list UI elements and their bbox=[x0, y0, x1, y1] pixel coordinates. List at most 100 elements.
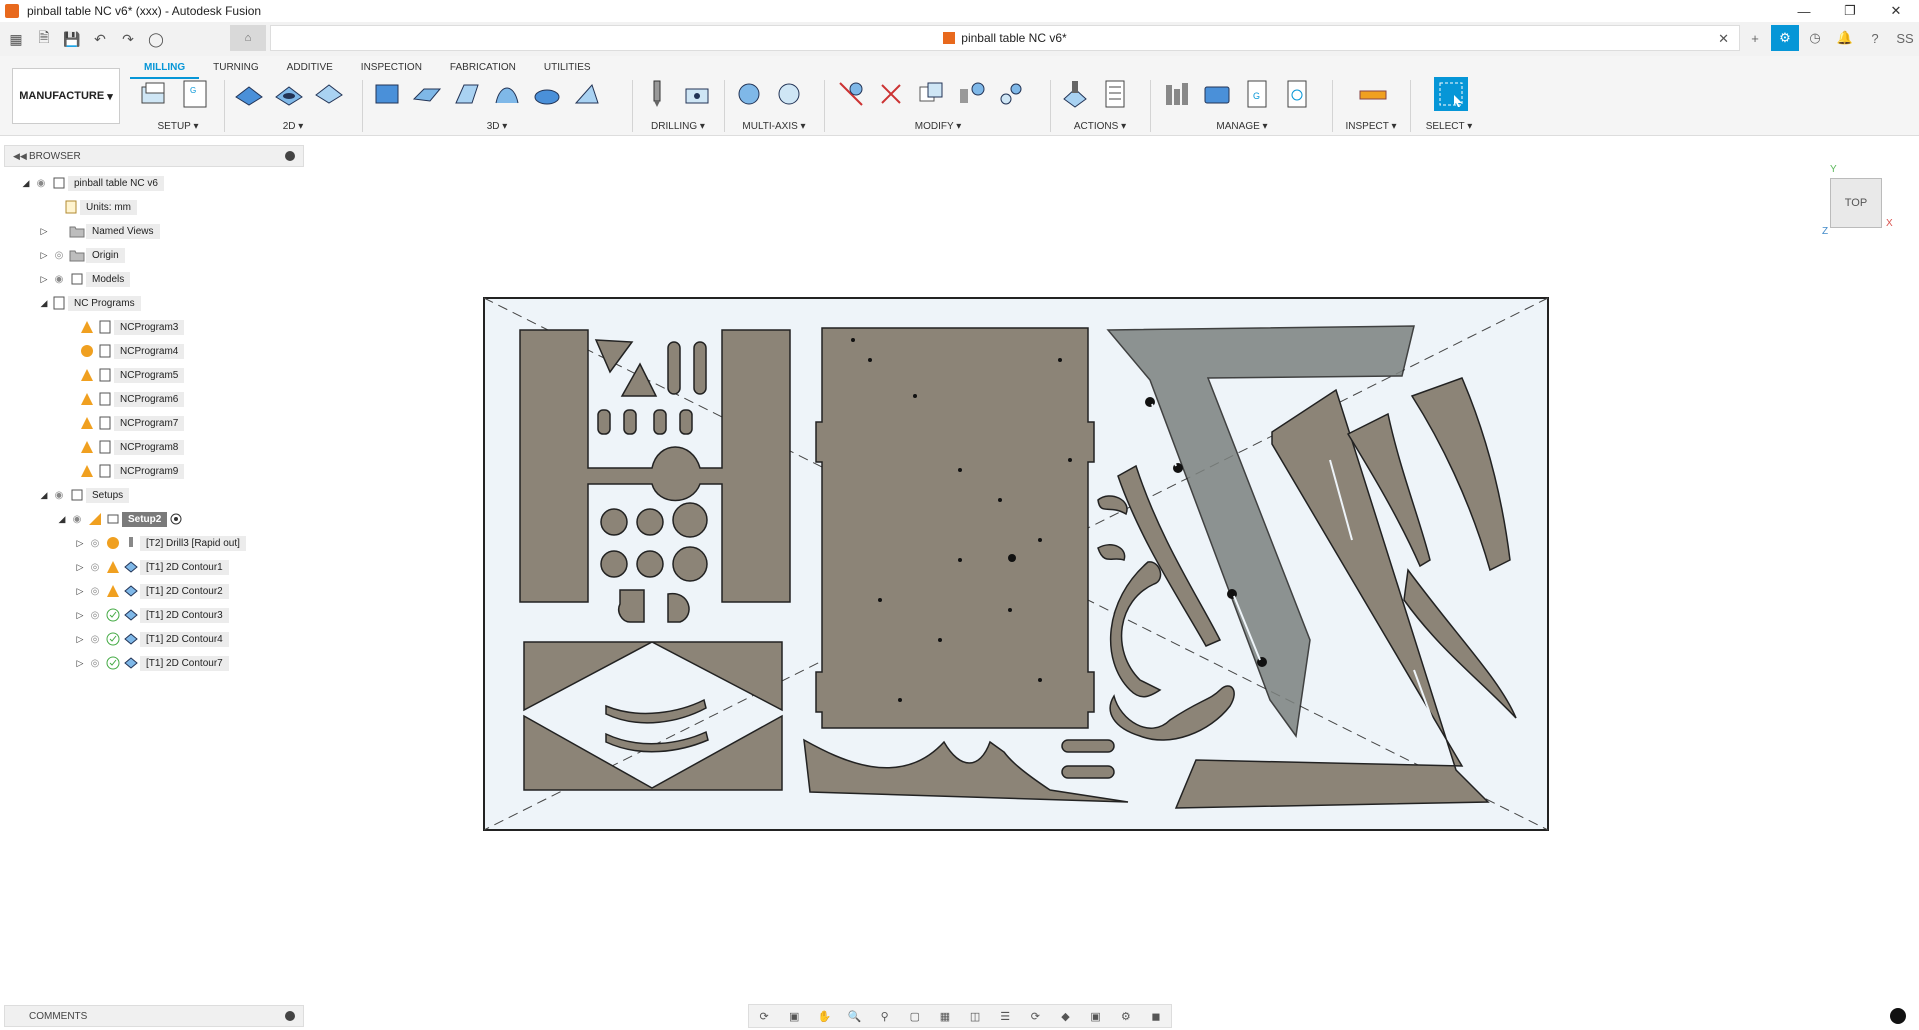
3d-group-label[interactable]: 3D ▾ bbox=[366, 121, 628, 132]
collapse-panel-icon[interactable]: ◀◀ bbox=[13, 151, 27, 162]
steep-shallow-icon[interactable] bbox=[450, 77, 484, 111]
part-disc[interactable] bbox=[636, 550, 664, 578]
parallel-icon[interactable] bbox=[570, 77, 604, 111]
expand-triangle-icon[interactable]: ▷ bbox=[74, 657, 86, 669]
measure-icon[interactable] bbox=[1356, 77, 1390, 111]
visibility-hidden-icon[interactable]: ◎ bbox=[86, 609, 104, 621]
close-icon[interactable]: ✕ bbox=[1873, 0, 1919, 22]
template-library-icon[interactable] bbox=[1280, 77, 1314, 111]
part-peg[interactable] bbox=[597, 409, 611, 435]
expand-triangle-icon[interactable]: ▷ bbox=[38, 249, 50, 261]
tree-item-operation[interactable]: ▷ ◎ [T1] 2D Contour1 bbox=[74, 556, 229, 578]
comments-panel[interactable]: COMMENTS bbox=[4, 1005, 304, 1027]
tree-item-setup2[interactable]: ◢ ◉ Setup2 bbox=[56, 508, 185, 530]
tree-item-operation[interactable]: ▷ ◎ [T1] 2D Contour2 bbox=[74, 580, 229, 602]
flow-icon[interactable] bbox=[490, 77, 524, 111]
modify-group-label[interactable]: MODIFY ▾ bbox=[830, 121, 1046, 132]
add-comment-icon[interactable] bbox=[285, 1011, 295, 1021]
visibility-hidden-icon[interactable]: ◎ bbox=[86, 657, 104, 669]
app-grid-icon[interactable]: ▦ bbox=[4, 28, 28, 50]
2d-pocket-icon[interactable] bbox=[272, 77, 306, 111]
tree-root[interactable]: ◢ ◉ pinball table NC v6 bbox=[20, 172, 164, 194]
toolpath-display-icon[interactable]: ◆ bbox=[1056, 1008, 1074, 1024]
help-icon[interactable]: ? bbox=[1861, 25, 1889, 51]
face-icon[interactable] bbox=[312, 77, 346, 111]
visibility-eye-icon[interactable]: ◉ bbox=[50, 273, 68, 285]
visibility-hidden-icon[interactable]: ◎ bbox=[86, 561, 104, 573]
new-tab-icon[interactable]: + bbox=[1741, 25, 1769, 51]
zoom-window-icon[interactable]: ⚲ bbox=[876, 1008, 894, 1024]
restore-icon[interactable]: ❐ bbox=[1827, 0, 1873, 22]
pattern-icon[interactable] bbox=[954, 77, 988, 111]
chat-bubble-icon[interactable] bbox=[1890, 1008, 1906, 1024]
visibility-hidden-icon[interactable]: ◎ bbox=[86, 537, 104, 549]
trim-icon[interactable] bbox=[834, 77, 868, 111]
viewcube[interactable]: TOP bbox=[1830, 178, 1882, 228]
visibility-eye-icon[interactable]: ◉ bbox=[68, 513, 86, 525]
visibility-hidden-icon[interactable]: ◎ bbox=[86, 585, 104, 597]
pin-panel-icon[interactable] bbox=[285, 151, 295, 161]
effects-icon[interactable]: ◼ bbox=[1147, 1008, 1165, 1024]
pocket-clearing-icon[interactable] bbox=[410, 77, 444, 111]
zoom-icon[interactable]: 🔍 bbox=[845, 1008, 863, 1024]
expand-triangle-icon[interactable]: ▷ bbox=[38, 225, 50, 237]
setup-sheet-icon[interactable] bbox=[1098, 77, 1132, 111]
nc-program-tool-icon[interactable]: G bbox=[178, 77, 212, 111]
part-disc[interactable] bbox=[600, 508, 628, 536]
file-menu-icon[interactable]: 🗎 bbox=[32, 28, 56, 50]
machine-library-icon[interactable] bbox=[1200, 77, 1234, 111]
expand-triangle-icon[interactable]: ▷ bbox=[74, 609, 86, 621]
expand-triangle-icon[interactable]: ▷ bbox=[74, 561, 86, 573]
tree-item-nc-programs[interactable]: ◢ NC Programs bbox=[38, 292, 141, 314]
tree-item-operation[interactable]: ▷ ◎ [T1] 2D Contour7 bbox=[74, 652, 229, 674]
part-disc[interactable] bbox=[600, 550, 628, 578]
notifications-icon[interactable]: 🔔 bbox=[1831, 25, 1859, 51]
collapse-triangle-icon[interactable]: ◢ bbox=[38, 297, 50, 309]
simulate-icon[interactable] bbox=[1058, 77, 1092, 111]
duplicate-icon[interactable] bbox=[914, 77, 948, 111]
scallop-icon[interactable] bbox=[530, 77, 564, 111]
home-tab-icon[interactable]: ⌂ bbox=[230, 25, 266, 51]
camera-icon[interactable]: ▣ bbox=[1087, 1008, 1105, 1024]
stock-display-icon[interactable]: ⟳ bbox=[1026, 1008, 1044, 1024]
actions-group-label[interactable]: ACTIONS ▾ bbox=[1054, 121, 1146, 132]
tree-item-program[interactable]: NCProgram7 bbox=[78, 412, 185, 434]
orbit-icon[interactable]: ⟳ bbox=[755, 1008, 773, 1024]
setup-group-label[interactable]: SETUP ▾ bbox=[134, 121, 222, 132]
collapse-triangle-icon[interactable]: ◢ bbox=[38, 489, 50, 501]
job-history-icon[interactable]: ◷ bbox=[1801, 25, 1829, 51]
close-tab-icon[interactable]: ✕ bbox=[1718, 31, 1729, 47]
tree-item-program[interactable]: NCProgram9 bbox=[78, 460, 185, 482]
visibility-hidden-icon[interactable]: ◎ bbox=[50, 249, 68, 261]
expand-triangle-icon[interactable]: ▷ bbox=[74, 633, 86, 645]
hole-recognition-icon[interactable] bbox=[680, 77, 714, 111]
tree-item-setups[interactable]: ◢ ◉ Setups bbox=[38, 484, 130, 506]
visibility-eye-icon[interactable]: ◉ bbox=[32, 177, 50, 189]
tree-item-operation[interactable]: ▷ ◎ [T2] Drill3 [Rapid out] bbox=[74, 532, 246, 554]
tree-item-named-views[interactable]: ▷ Named Views bbox=[38, 220, 160, 242]
tool-library-icon[interactable] bbox=[1160, 77, 1194, 111]
manual-nc-icon[interactable] bbox=[994, 77, 1028, 111]
display-settings-icon[interactable]: ▢ bbox=[906, 1008, 924, 1024]
drill-icon[interactable] bbox=[640, 77, 674, 111]
drilling-group-label[interactable]: DRILLING ▾ bbox=[636, 121, 720, 132]
part-slot[interactable] bbox=[667, 341, 681, 395]
adaptive-clearing-icon[interactable] bbox=[370, 77, 404, 111]
part-peg[interactable] bbox=[653, 409, 667, 435]
tree-item-program[interactable]: NCProgram6 bbox=[78, 388, 185, 410]
part-disc[interactable] bbox=[636, 508, 664, 536]
visibility-eye-icon[interactable]: ◉ bbox=[50, 489, 68, 501]
multi-axis-contour-icon[interactable] bbox=[732, 77, 766, 111]
2d-adaptive-icon[interactable] bbox=[232, 77, 266, 111]
layers-icon[interactable]: ☰ bbox=[996, 1008, 1014, 1024]
user-avatar[interactable]: SS bbox=[1891, 25, 1919, 51]
part-disc[interactable] bbox=[672, 546, 708, 582]
tree-item-units[interactable]: Units: mm bbox=[62, 196, 137, 218]
pan-hand-icon[interactable]: ✋ bbox=[815, 1008, 833, 1024]
expand-triangle-icon[interactable]: ▷ bbox=[38, 273, 50, 285]
redo-icon[interactable]: ↷ bbox=[116, 28, 140, 50]
part-slot[interactable] bbox=[693, 341, 707, 395]
collapse-triangle-icon[interactable]: ◢ bbox=[56, 513, 68, 525]
tree-item-program[interactable]: NCProgram8 bbox=[78, 436, 185, 458]
workspace-switcher[interactable]: MANUFACTURE ▾ bbox=[12, 68, 120, 124]
